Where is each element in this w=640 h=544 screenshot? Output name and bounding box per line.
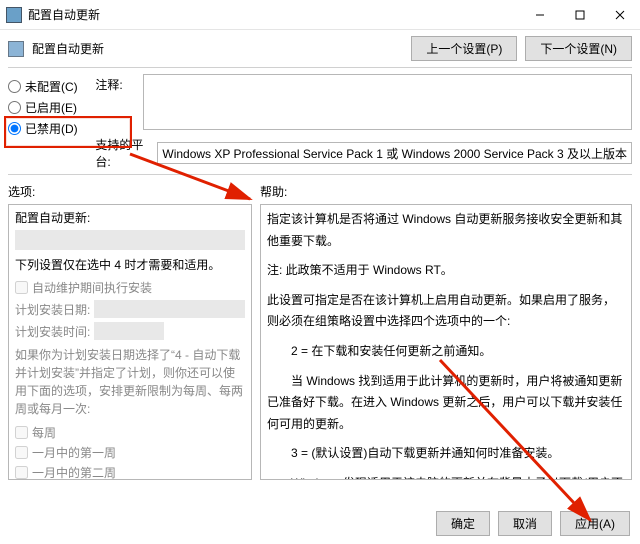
sched-day-combo — [94, 300, 245, 318]
chk-week2-label: 一月中的第二周 — [32, 464, 116, 479]
chk-week1-label: 一月中的第一周 — [32, 444, 116, 461]
help-p1: 指定该计算机是否将通过 Windows 自动更新服务接收安全更新和其他重要下载。 — [267, 209, 625, 252]
help-p3: 此设置可指定是否在该计算机上启用自动更新。如果启用了服务，则必须在组策略设置中选… — [267, 290, 625, 333]
maximize-button[interactable] — [560, 1, 600, 29]
sched-time-label: 计划安装时间: — [15, 323, 90, 340]
radio-enabled-label: 已启用(E) — [25, 99, 77, 116]
radio-not-configured-input[interactable] — [8, 80, 21, 93]
sched-time-combo — [94, 322, 164, 340]
radio-not-configured[interactable]: 未配置(C) — [8, 78, 83, 95]
chk-week2-input — [15, 466, 28, 479]
title-bar: 配置自动更新 — [0, 0, 640, 30]
sched-day-label: 计划安装日期: — [15, 301, 90, 318]
chk-weekly-input — [15, 426, 28, 439]
ok-button[interactable]: 确定 — [436, 511, 490, 536]
footer: 确定 取消 应用(A) — [436, 511, 630, 536]
chk-maintenance-label: 自动维护期间执行安装 — [32, 279, 152, 296]
chk-maintenance-input — [15, 281, 28, 294]
app-icon — [6, 7, 22, 23]
header-title: 配置自动更新 — [32, 40, 403, 57]
prev-setting-button[interactable]: 上一个设置(P) — [411, 36, 517, 61]
apply-button[interactable]: 应用(A) — [560, 511, 630, 536]
chk-weekly-label: 每周 — [32, 424, 56, 441]
right-column: 注释: 支持的平台: Windows XP Professional Servi… — [95, 74, 632, 170]
radio-column: 未配置(C) 已启用(E) 已禁用(D) — [8, 74, 83, 170]
options-title: 配置自动更新: — [15, 209, 245, 226]
platform-value: Windows XP Professional Service Pack 1 或… — [157, 142, 632, 164]
chk-maintenance: 自动维护期间执行安装 — [15, 279, 245, 296]
sched-day-row: 计划安装日期: — [15, 300, 245, 318]
cancel-button[interactable]: 取消 — [498, 511, 552, 536]
section-labels: 选项: 帮助: — [0, 175, 640, 204]
radio-enabled[interactable]: 已启用(E) — [8, 99, 83, 116]
help-label: 帮助: — [260, 183, 632, 200]
help-p7: Windows 发现适用于该电脑的更新并在背景中予以下载(用户不被通知或在此过程… — [267, 473, 625, 479]
radio-disabled[interactable]: 已禁用(D) — [8, 120, 83, 137]
platform-label: 支持的平台: — [95, 136, 151, 170]
chk-week2: 一月中的第二周 — [15, 464, 245, 479]
platform-row: 支持的平台: Windows XP Professional Service P… — [95, 136, 632, 170]
sched-time-row: 计划安装时间: — [15, 322, 245, 340]
options-note: 下列设置仅在选中 4 时才需要和适用。 — [15, 256, 245, 273]
window-title: 配置自动更新 — [28, 6, 520, 23]
help-p5: 当 Windows 找到适用于此计算机的更新时，用户将被通知更新已准备好下载。在… — [267, 371, 625, 436]
chk-weekly: 每周 — [15, 424, 245, 441]
chk-week1-input — [15, 446, 28, 459]
radio-disabled-input[interactable] — [8, 122, 21, 135]
options-disabled-combo — [15, 230, 245, 250]
help-pane-scroll[interactable]: 指定该计算机是否将通过 Windows 自动更新服务接收安全更新和其他重要下载。… — [261, 205, 631, 479]
help-p4: 2 = 在下载和安装任何更新之前通知。 — [267, 341, 625, 363]
panes-row: 配置自动更新: 下列设置仅在选中 4 时才需要和适用。 自动维护期间执行安装 计… — [0, 204, 640, 480]
options-para: 如果你为计划安装日期选择了“4 - 自动下载并计划安装”并指定了计划，则你还可以… — [15, 346, 245, 418]
next-setting-button[interactable]: 下一个设置(N) — [525, 36, 632, 61]
help-p6: 3 = (默认设置)自动下载更新并通知何时准备安装。 — [267, 443, 625, 465]
radio-disabled-label: 已禁用(D) — [25, 120, 78, 137]
options-pane-scroll[interactable]: 配置自动更新: 下列设置仅在选中 4 时才需要和适用。 自动维护期间执行安装 计… — [9, 205, 251, 479]
comment-label: 注释: — [95, 74, 137, 130]
help-p2: 注: 此政策不适用于 Windows RT。 — [267, 260, 625, 282]
config-area: 未配置(C) 已启用(E) 已禁用(D) 注释: 支持的平台: Windows … — [0, 68, 640, 174]
close-button[interactable] — [600, 1, 640, 29]
header-row: 配置自动更新 上一个设置(P) 下一个设置(N) — [0, 30, 640, 67]
chk-week1: 一月中的第一周 — [15, 444, 245, 461]
comment-textarea[interactable] — [143, 74, 632, 130]
help-pane: 指定该计算机是否将通过 Windows 自动更新服务接收安全更新和其他重要下载。… — [260, 204, 632, 480]
radio-not-configured-label: 未配置(C) — [25, 78, 78, 95]
minimize-button[interactable] — [520, 1, 560, 29]
policy-icon — [8, 41, 24, 57]
options-label: 选项: — [8, 183, 260, 200]
options-pane: 配置自动更新: 下列设置仅在选中 4 时才需要和适用。 自动维护期间执行安装 计… — [8, 204, 252, 480]
radio-enabled-input[interactable] — [8, 101, 21, 114]
comment-row: 注释: — [95, 74, 632, 130]
